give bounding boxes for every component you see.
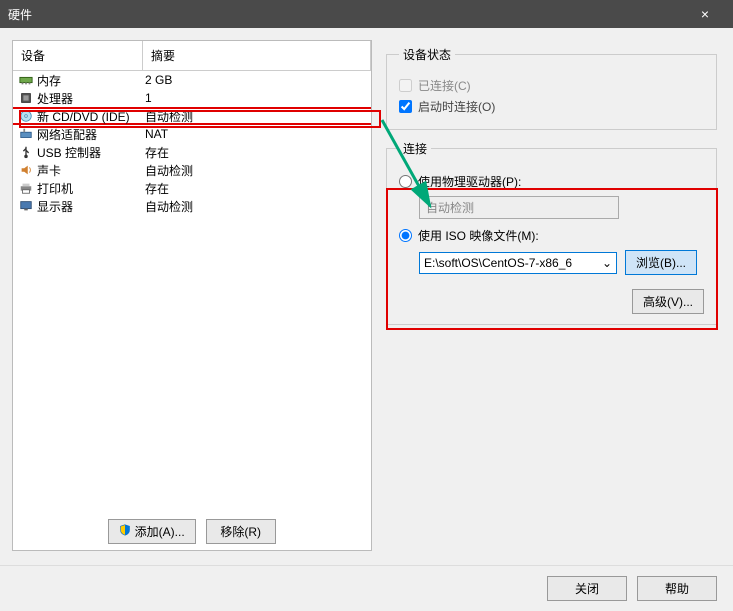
physical-drive-row[interactable]: 使用物理驱动器(P): <box>399 173 704 190</box>
device-status-group: 设备状态 已连接(C) 启动时连接(O) <box>386 46 717 130</box>
device-name: USB 控制器 <box>37 144 101 161</box>
physical-drive-radio[interactable] <box>399 175 412 188</box>
list-buttons: 添加(A)... 移除(R) <box>13 513 371 550</box>
device-name: 声卡 <box>37 162 61 179</box>
connection-legend: 连接 <box>399 140 431 157</box>
connect-on-start-row[interactable]: 启动时连接(O) <box>399 98 704 115</box>
table-row[interactable]: 打印机 存在 <box>13 179 371 197</box>
iso-file-radio[interactable] <box>399 229 412 242</box>
browse-button[interactable]: 浏览(B)... <box>625 250 697 275</box>
iso-path-value: E:\soft\OS\CentOS-7-x86_6 <box>424 256 572 270</box>
help-button[interactable]: 帮助 <box>637 576 717 601</box>
connected-checkbox-row: 已连接(C) <box>399 77 704 94</box>
close-icon[interactable]: × <box>685 6 725 22</box>
iso-file-row[interactable]: 使用 ISO 映像文件(M): <box>399 227 704 244</box>
connected-label: 已连接(C) <box>418 77 471 94</box>
table-body: 内存2 GB处理器1新 CD/DVD (IDE)自动检测网络适配器NATUSB … <box>13 71 371 513</box>
table-row[interactable]: 声卡 自动检测 <box>13 161 371 179</box>
network-icon <box>19 127 33 141</box>
window-title: 硬件 <box>8 6 685 23</box>
device-name: 网络适配器 <box>37 126 97 143</box>
connect-on-start-checkbox[interactable] <box>399 100 412 113</box>
device-name: 内存 <box>37 72 61 89</box>
dialog-body: 设备 摘要 内存2 GB处理器1新 CD/DVD (IDE)自动检测网络适配器N… <box>0 28 733 563</box>
shield-icon <box>119 524 131 536</box>
physical-drive-label: 使用物理驱动器(P): <box>418 173 521 190</box>
table-row[interactable]: 显示器 自动检测 <box>13 197 371 215</box>
device-summary: NAT <box>143 127 371 141</box>
device-name: 处理器 <box>37 90 73 107</box>
table-row[interactable]: 网络适配器 NAT <box>13 125 371 143</box>
connected-checkbox <box>399 79 412 92</box>
device-summary: 存在 <box>143 180 371 197</box>
device-summary: 存在 <box>143 144 371 161</box>
table-row[interactable]: 处理器 1 <box>13 89 371 107</box>
right-panel: 设备状态 已连接(C) 启动时连接(O) 连接 使用物理驱动器(P): 自动检测… <box>382 40 721 551</box>
connect-on-start-label: 启动时连接(O) <box>418 98 495 115</box>
device-summary: 1 <box>143 91 371 105</box>
dialog-footer: 关闭 帮助 <box>0 565 733 611</box>
device-summary: 自动检测 <box>143 108 371 125</box>
table-header: 设备 摘要 <box>13 41 371 71</box>
display-icon <box>19 199 33 213</box>
advanced-row: 高级(V)... <box>399 289 704 314</box>
chevron-down-icon: ⌄ <box>602 256 612 270</box>
printer-icon <box>19 181 33 195</box>
table-row[interactable]: USB 控制器 存在 <box>13 143 371 161</box>
device-name: 打印机 <box>37 180 73 197</box>
iso-file-label: 使用 ISO 映像文件(M): <box>418 227 539 244</box>
table-row[interactable]: 内存 2 GB <box>13 71 371 89</box>
disc-icon <box>19 109 33 123</box>
remove-button[interactable]: 移除(R) <box>206 519 276 544</box>
iso-path-combo[interactable]: E:\soft\OS\CentOS-7-x86_6 ⌄ <box>419 252 617 274</box>
add-button-label: 添加(A)... <box>135 525 185 539</box>
advanced-button[interactable]: 高级(V)... <box>632 289 704 314</box>
connection-group: 连接 使用物理驱动器(P): 自动检测 使用 ISO 映像文件(M): E:\s… <box>386 140 717 325</box>
device-summary: 2 GB <box>143 73 371 87</box>
physical-drive-select: 自动检测 <box>419 196 619 219</box>
device-name: 新 CD/DVD (IDE) <box>37 108 130 125</box>
header-summary[interactable]: 摘要 <box>143 41 371 70</box>
iso-path-row: E:\soft\OS\CentOS-7-x86_6 ⌄ 浏览(B)... <box>419 250 704 275</box>
cpu-icon <box>19 91 33 105</box>
sound-icon <box>19 163 33 177</box>
memory-icon <box>19 73 33 87</box>
titlebar: 硬件 × <box>0 0 733 28</box>
close-button[interactable]: 关闭 <box>547 576 627 601</box>
header-device[interactable]: 设备 <box>13 41 143 70</box>
usb-icon <box>19 145 33 159</box>
device-summary: 自动检测 <box>143 198 371 215</box>
table-row[interactable]: 新 CD/DVD (IDE) 自动检测 <box>13 107 371 125</box>
device-summary: 自动检测 <box>143 162 371 179</box>
device-list-panel: 设备 摘要 内存2 GB处理器1新 CD/DVD (IDE)自动检测网络适配器N… <box>12 40 372 551</box>
device-name: 显示器 <box>37 198 73 215</box>
device-status-legend: 设备状态 <box>399 46 455 63</box>
add-button[interactable]: 添加(A)... <box>108 519 195 544</box>
